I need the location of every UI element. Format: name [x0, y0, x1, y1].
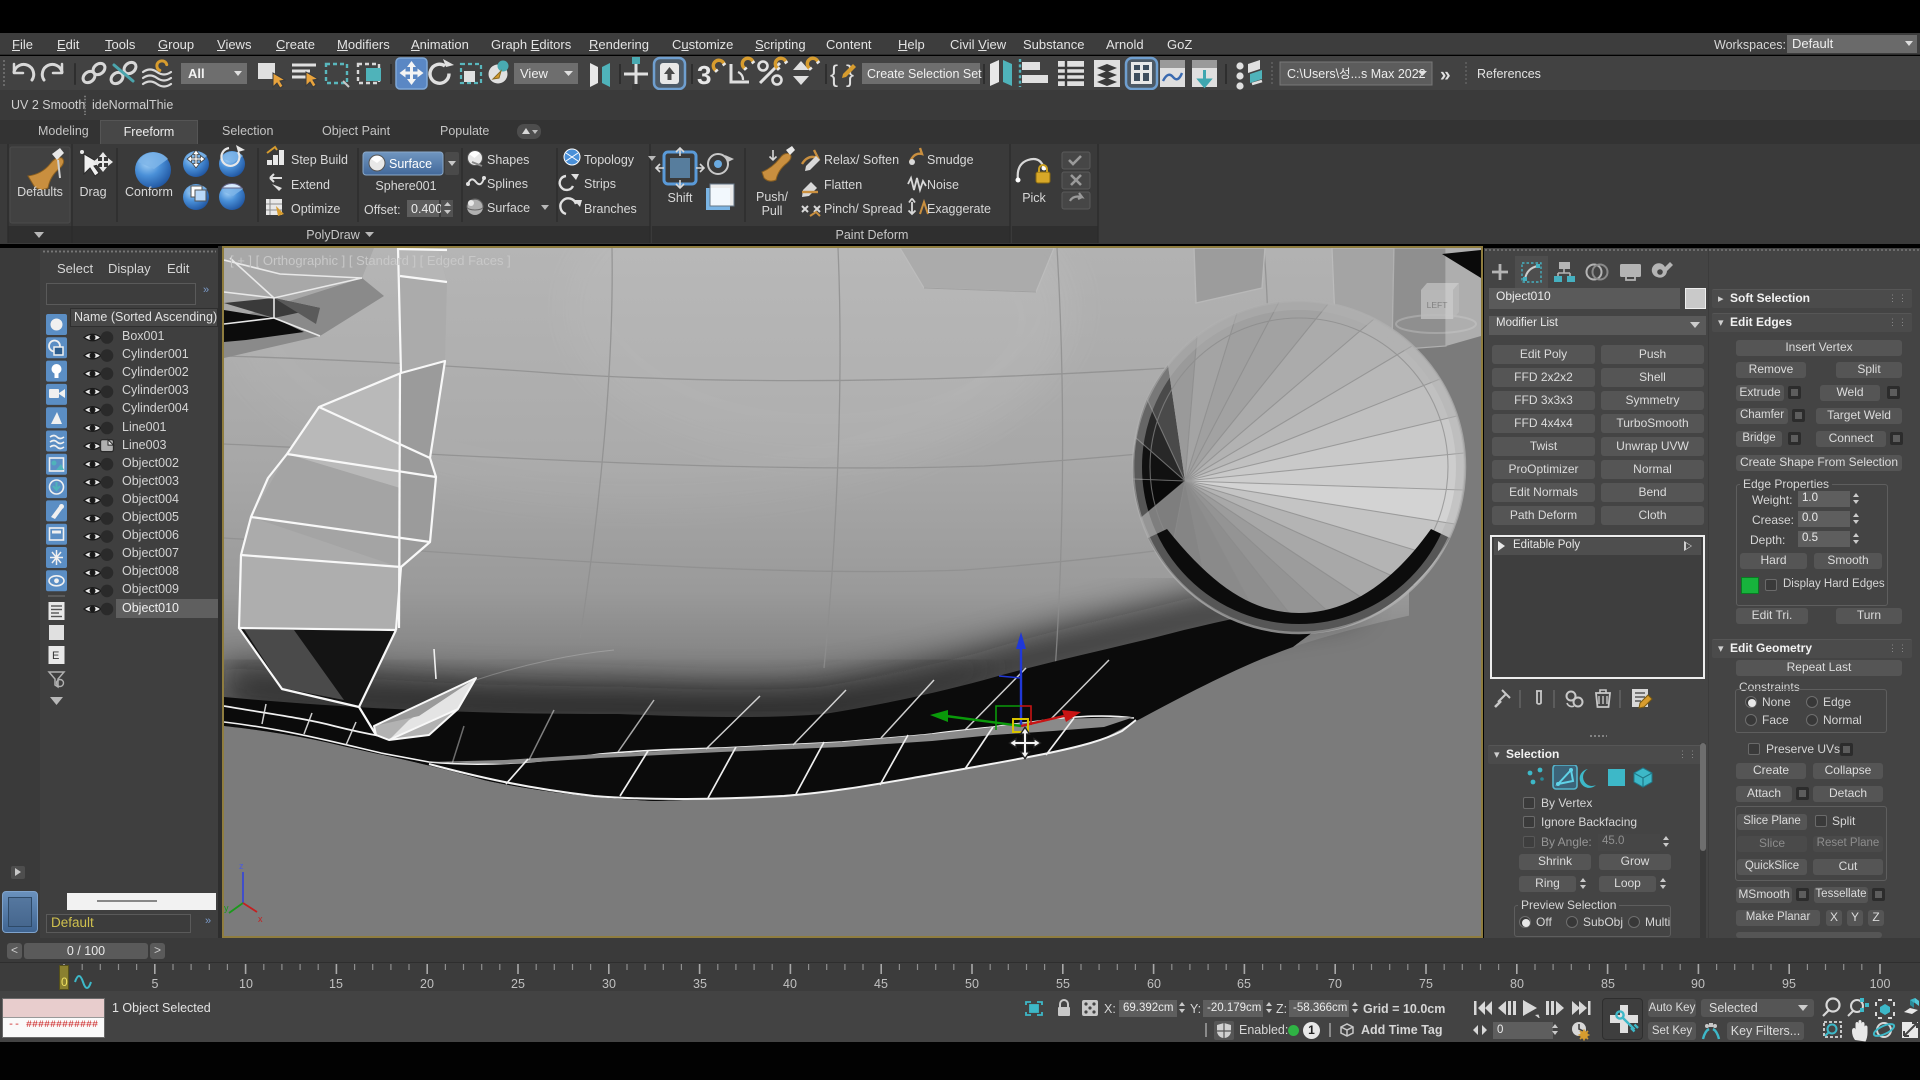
svg-text:View: View — [520, 66, 549, 81]
svg-text:LEFT: LEFT — [1427, 300, 1448, 310]
svg-text:Pinch/ Spread: Pinch/ Spread — [824, 202, 903, 216]
svg-text:Relax/ Soften: Relax/ Soften — [824, 153, 899, 167]
svg-text:Strips: Strips — [584, 177, 616, 191]
svg-text:Pull: Pull — [762, 204, 783, 218]
svg-text:Drag: Drag — [79, 185, 106, 199]
svg-text:y: y — [224, 903, 229, 913]
svg-text:Surface: Surface — [487, 201, 530, 215]
svg-text:C:\Users\성...s Max 2022: C:\Users\성...s Max 2022 — [1287, 67, 1426, 81]
svg-text:Shapes: Shapes — [487, 153, 529, 167]
svg-text:z: z — [239, 861, 244, 871]
svg-text:Optimize: Optimize — [291, 202, 340, 216]
svg-text:Push/: Push/ — [756, 190, 788, 204]
svg-text:Exaggerate: Exaggerate — [927, 202, 991, 216]
svg-text:All: All — [188, 66, 205, 81]
svg-text:0.400: 0.400 — [411, 202, 442, 216]
svg-text:Defaults: Defaults — [17, 185, 63, 199]
svg-text:Extend: Extend — [291, 178, 330, 192]
svg-text:Flatten: Flatten — [824, 178, 862, 192]
svg-text:Pick: Pick — [1022, 191, 1046, 205]
svg-text:PolyDraw: PolyDraw — [306, 228, 360, 242]
svg-text:Conform: Conform — [125, 185, 173, 199]
svg-text:E: E — [52, 650, 59, 662]
svg-text:»: » — [1440, 65, 1451, 86]
svg-text:Sphere001: Sphere001 — [375, 179, 436, 193]
svg-text:Create Selection Set: Create Selection Set — [867, 67, 982, 81]
svg-text:Noise: Noise — [927, 178, 959, 192]
svg-text:Topology: Topology — [584, 153, 635, 167]
svg-text:Smudge: Smudge — [927, 153, 974, 167]
svg-text:Offset:: Offset: — [364, 203, 401, 217]
svg-text:3: 3 — [697, 60, 711, 90]
svg-text:Step Build: Step Build — [291, 153, 348, 167]
svg-text:References: References — [1477, 67, 1541, 81]
svg-text:Surface: Surface — [389, 157, 432, 171]
svg-text:[ + ] [ Orthographic ] [ Stand: [ + ] [ Orthographic ] [ Standard ] [ Ed… — [230, 253, 511, 268]
svg-text:x: x — [258, 914, 263, 924]
svg-text:Paint Deform: Paint Deform — [836, 228, 909, 242]
svg-text:Shift: Shift — [667, 191, 693, 205]
svg-text:Branches: Branches — [584, 202, 637, 216]
svg-text:{: { — [830, 61, 838, 88]
svg-text:Splines: Splines — [487, 177, 528, 191]
